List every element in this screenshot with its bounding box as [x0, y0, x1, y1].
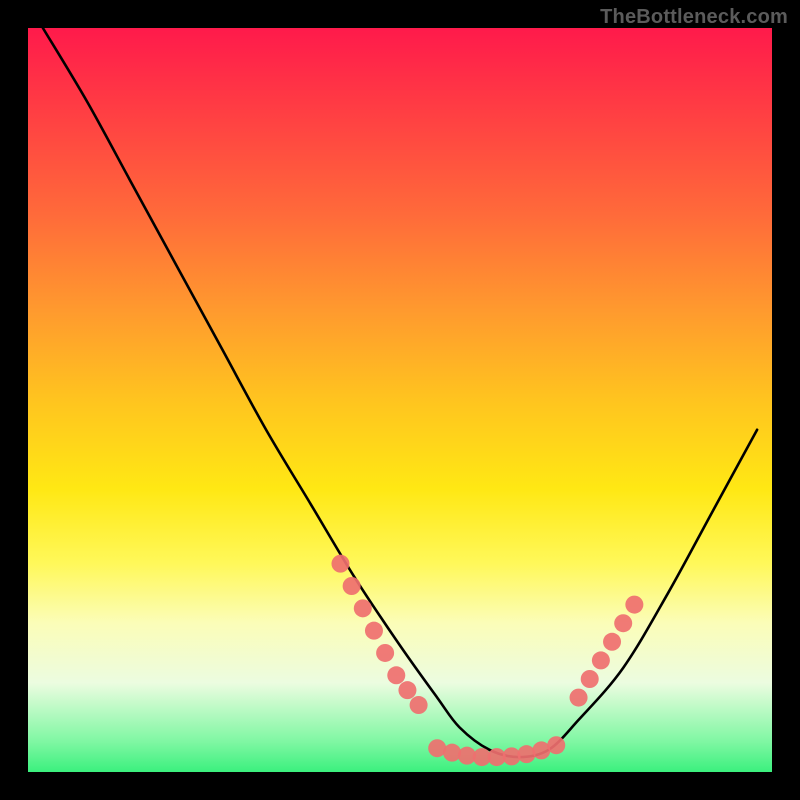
data-dot — [365, 622, 383, 640]
data-dot — [331, 555, 349, 573]
data-dot — [343, 577, 361, 595]
bottleneck-curve-path — [43, 28, 757, 757]
data-dot — [410, 696, 428, 714]
outer-frame: TheBottleneck.com — [0, 0, 800, 800]
data-dot — [603, 633, 621, 651]
data-dot — [354, 599, 372, 617]
data-dot — [398, 681, 416, 699]
data-dot — [592, 651, 610, 669]
data-dot — [625, 596, 643, 614]
curve-svg — [28, 28, 772, 772]
data-dot — [443, 744, 461, 762]
watermark-text: TheBottleneck.com — [600, 6, 788, 29]
data-dot — [570, 689, 588, 707]
data-dot — [581, 670, 599, 688]
data-dot — [547, 736, 565, 754]
data-dot — [387, 666, 405, 684]
curve-layer — [43, 28, 757, 757]
data-dot — [376, 644, 394, 662]
plot-area — [28, 28, 772, 772]
data-dot — [614, 614, 632, 632]
dots-layer — [331, 555, 643, 766]
